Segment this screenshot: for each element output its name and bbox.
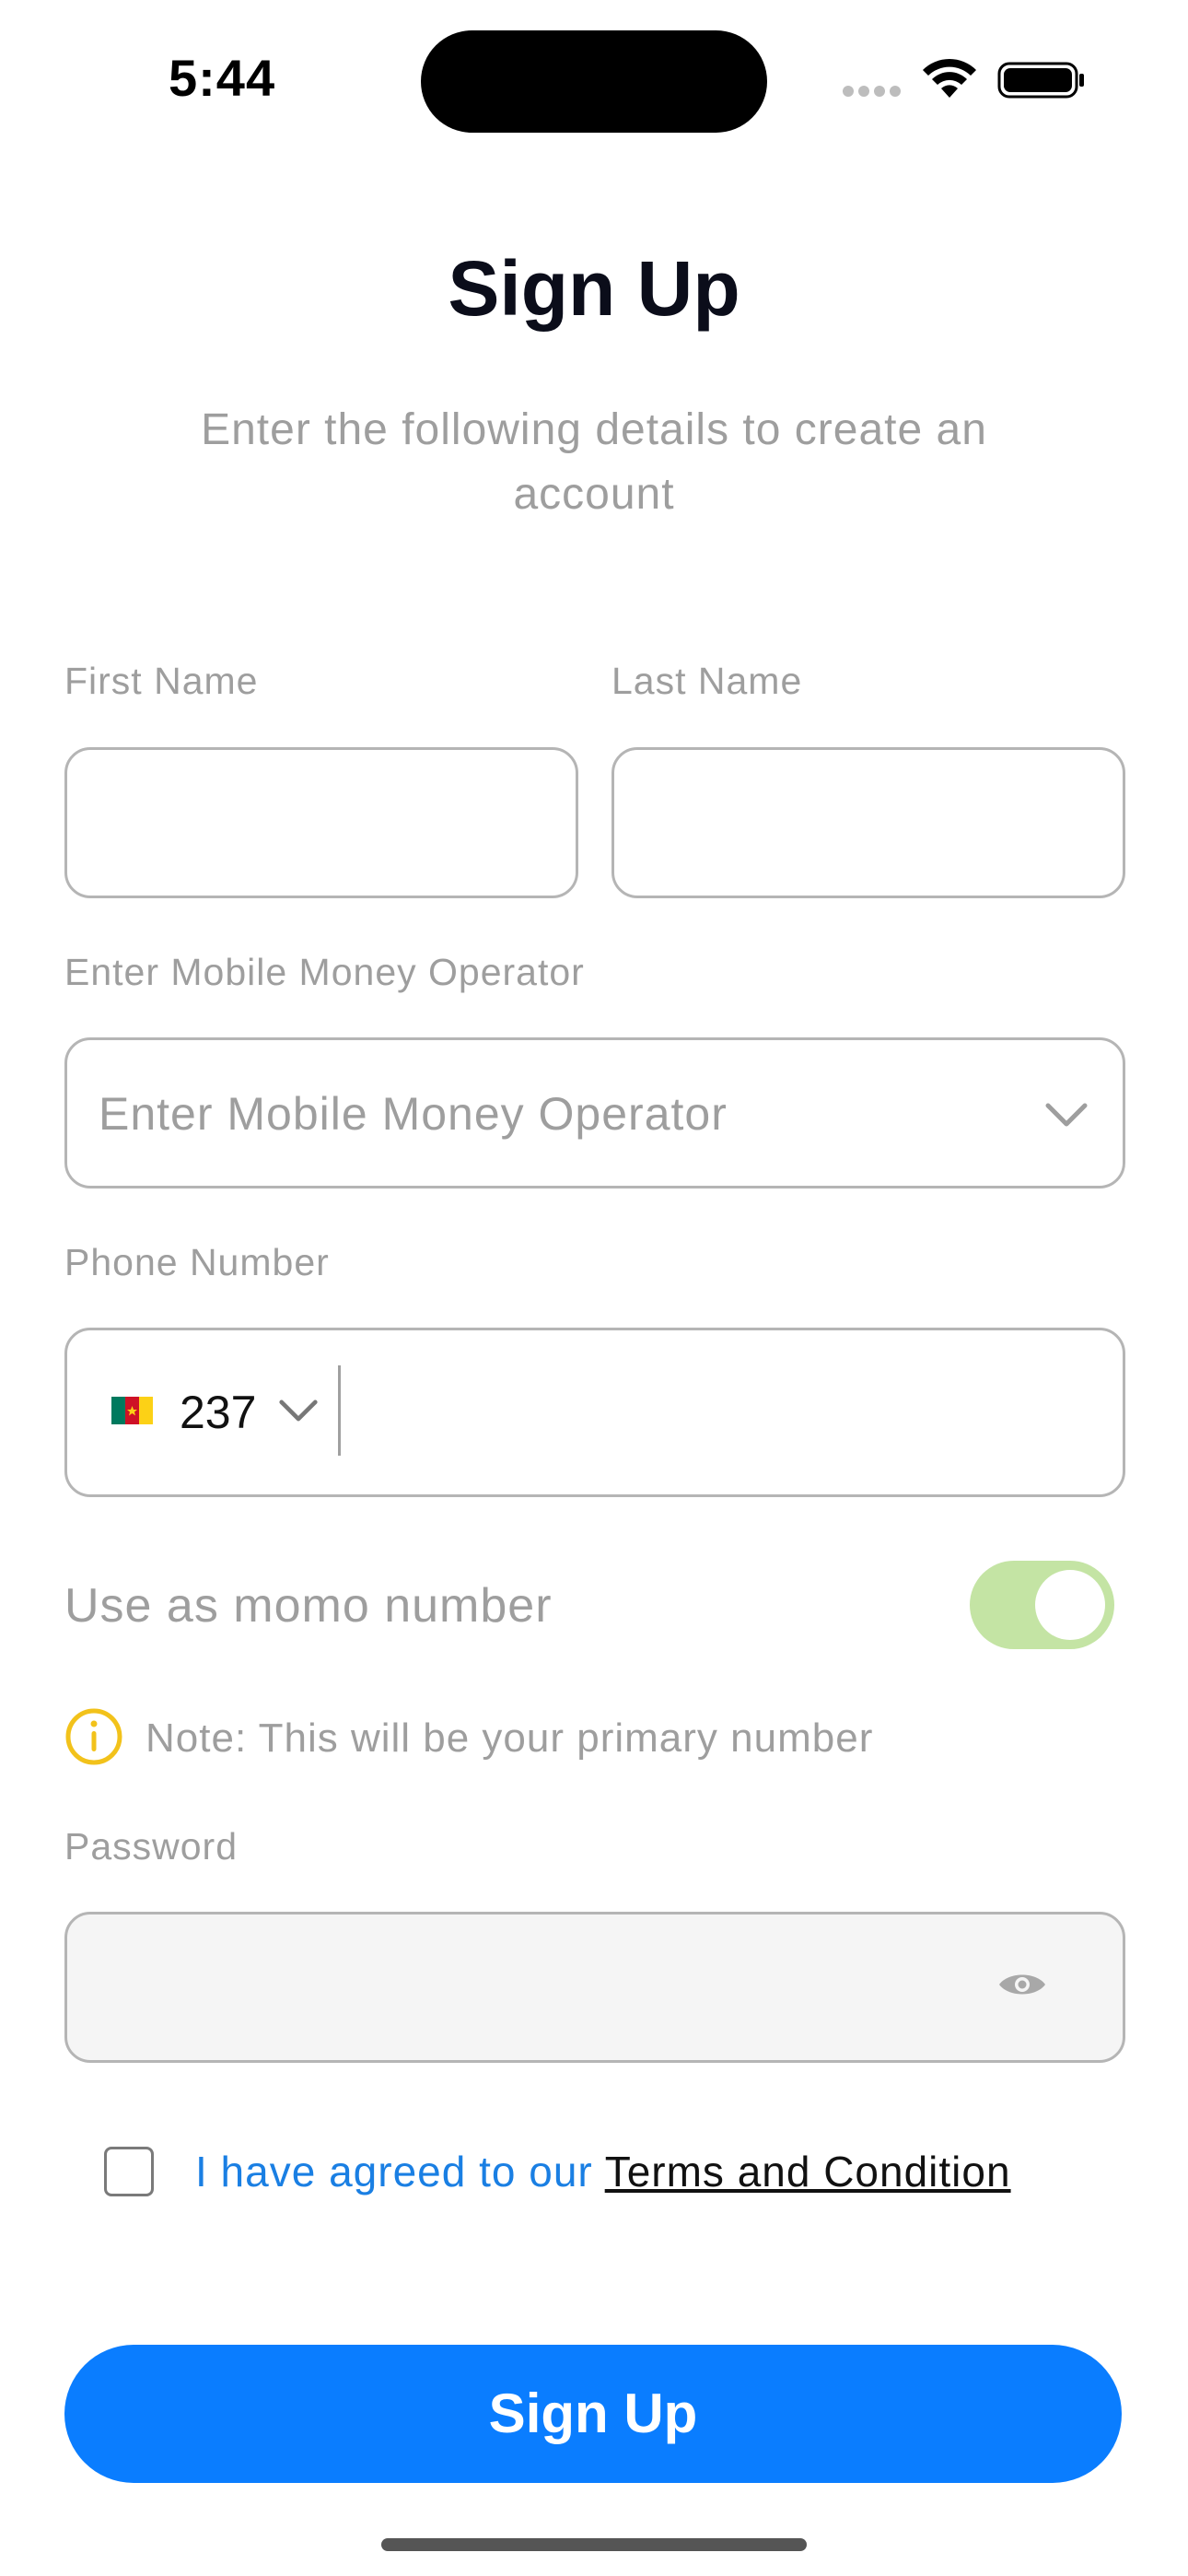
subtitle-line-2: account xyxy=(513,470,675,519)
terms-checkbox[interactable] xyxy=(104,2147,154,2196)
password-input[interactable] xyxy=(64,1912,1125,2063)
status-time: 5:44 xyxy=(169,49,276,107)
terms-prefix: I have agreed to our xyxy=(195,2148,605,2195)
battery-icon xyxy=(997,62,1084,99)
page-subtitle: Enter the following details to create an… xyxy=(129,398,1059,527)
wifi-icon xyxy=(923,58,976,98)
momo-toggle-label: Use as momo number xyxy=(64,1579,553,1633)
signup-button[interactable]: Sign Up xyxy=(64,2345,1122,2483)
terms-link[interactable]: Terms and Condition xyxy=(605,2148,1011,2195)
first-name-label: First Name xyxy=(64,660,259,702)
chevron-down-icon[interactable] xyxy=(278,1399,319,1423)
password-label: Password xyxy=(64,1825,239,1868)
last-name-label: Last Name xyxy=(611,660,803,702)
eye-icon[interactable] xyxy=(997,1968,1047,2001)
last-name-input[interactable] xyxy=(611,747,1125,898)
page-title: Sign Up xyxy=(448,245,740,332)
subtitle-line-1: Enter the following details to create an xyxy=(201,405,987,454)
info-icon xyxy=(65,1708,122,1765)
cellular-signal-icon xyxy=(843,85,905,98)
toggle-knob xyxy=(1035,1570,1105,1640)
country-code[interactable]: 237 xyxy=(180,1386,256,1439)
chevron-down-icon[interactable] xyxy=(1044,1102,1089,1128)
cameroon-flag-icon xyxy=(111,1397,153,1424)
bottom-safe-area xyxy=(0,2483,1188,2576)
primary-number-note: Note: This will be your primary number xyxy=(146,1715,874,1761)
country-code-divider xyxy=(338,1365,341,1456)
operator-label: Enter Mobile Money Operator xyxy=(64,951,585,993)
first-name-input[interactable] xyxy=(64,747,578,898)
terms-text: I have agreed to our Terms and Condition xyxy=(195,2147,1011,2196)
signup-screen: 5:44 Sign Up Enter the following details… xyxy=(0,0,1188,2576)
phone-label: Phone Number xyxy=(64,1241,330,1283)
momo-toggle[interactable] xyxy=(970,1561,1114,1649)
home-indicator[interactable] xyxy=(381,2538,807,2551)
operator-placeholder: Enter Mobile Money Operator xyxy=(99,1088,728,1140)
dynamic-island xyxy=(421,30,767,133)
